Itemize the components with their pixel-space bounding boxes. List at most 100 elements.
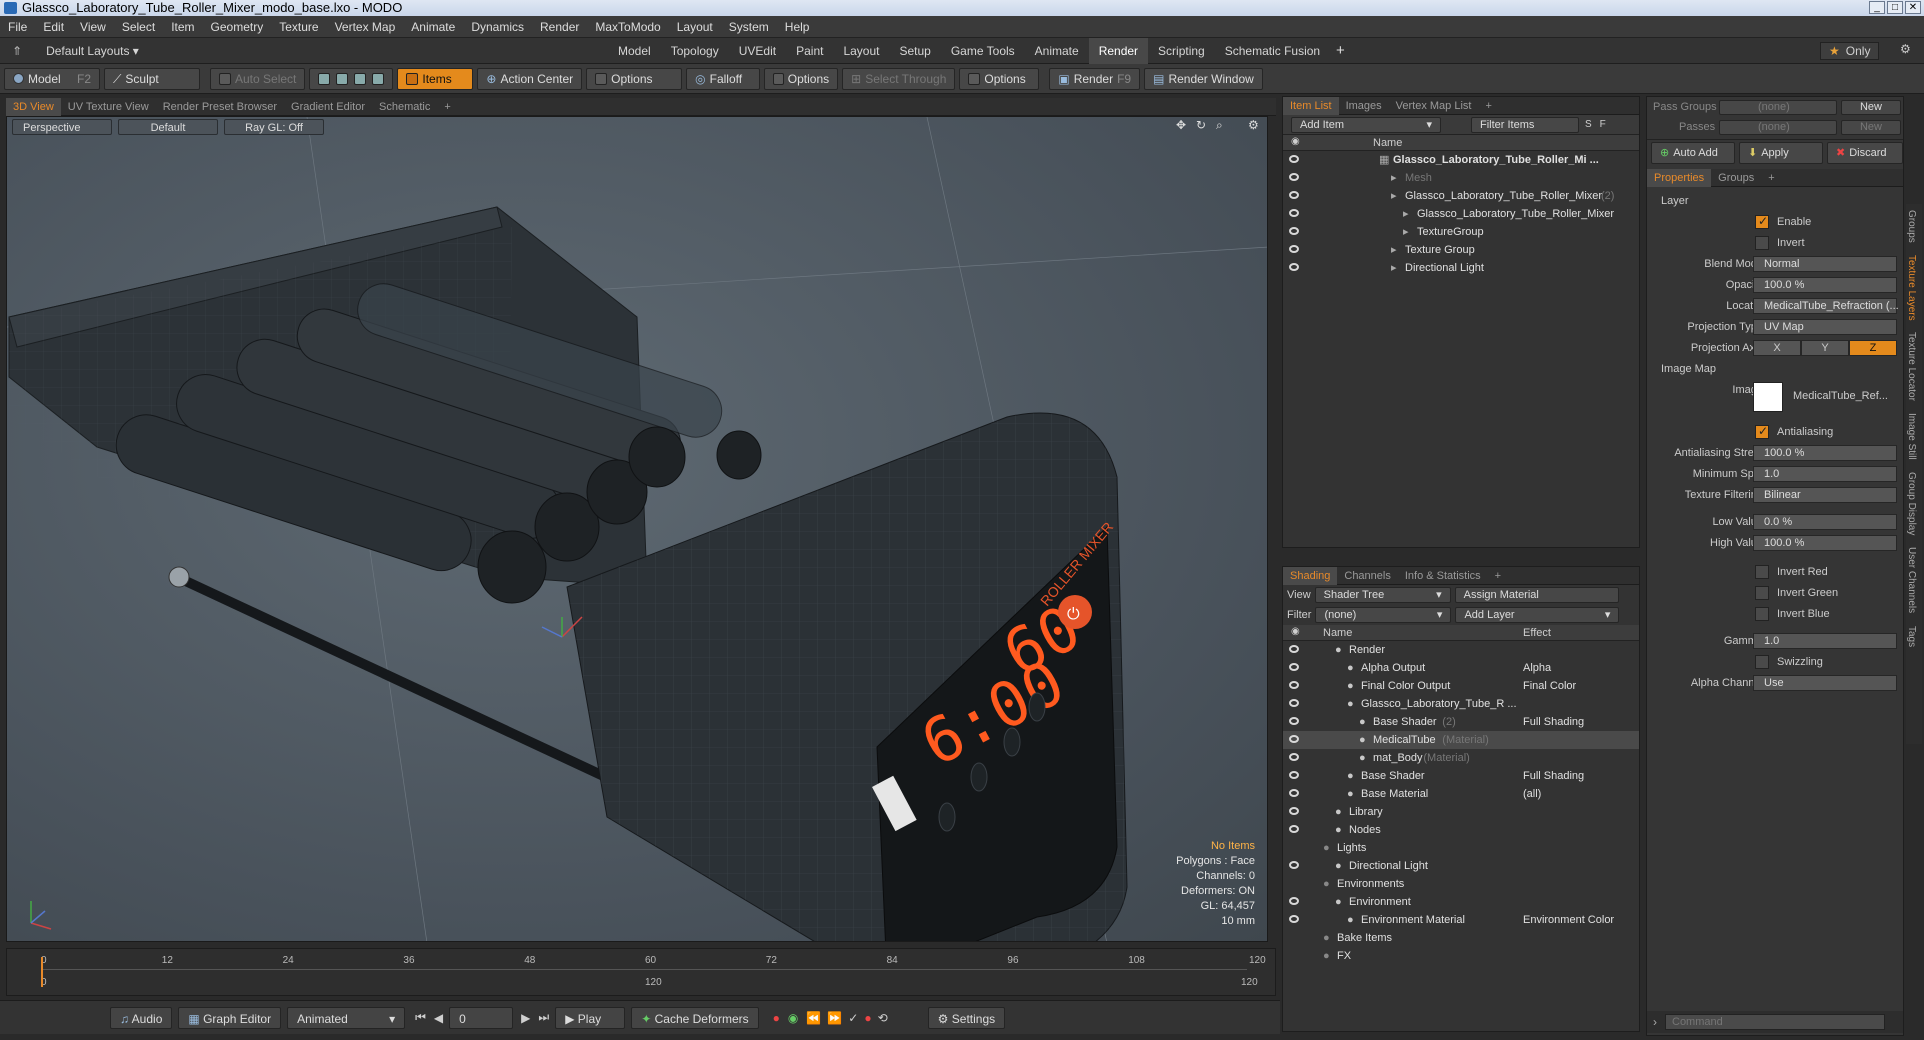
render-window-button[interactable]: ▤ Render Window <box>1144 67 1263 90</box>
close-button[interactable]: ✕ <box>1905 1 1921 14</box>
invert-red-checkbox[interactable] <box>1755 565 1769 579</box>
minimize-button[interactable]: _ <box>1869 1 1885 14</box>
tab-animate[interactable]: Animate <box>1025 38 1089 64</box>
action-center-options-button[interactable]: Options <box>586 67 683 90</box>
image-name[interactable]: MedicalTube_Ref... <box>1793 390 1888 402</box>
graph-editor-button[interactable]: ▦ Graph Editor <box>178 1006 282 1029</box>
shading-tab-info-statistics[interactable]: Info & Statistics <box>1398 567 1488 585</box>
visibility-eye-icon[interactable] <box>1289 807 1299 815</box>
viewport-settings-gear-icon[interactable]: ⚙ <box>1248 118 1259 132</box>
shader-tree-row[interactable]: ● Alpha Output Alpha <box>1283 659 1639 677</box>
shader-tree-row[interactable]: ● Environments <box>1283 875 1639 893</box>
item-tree-row[interactable]: ▸ Texture Group <box>1283 241 1639 259</box>
visibility-eye-icon[interactable] <box>1289 645 1299 653</box>
select-through-button[interactable]: ⊞ Select Through <box>842 67 956 90</box>
visibility-eye-icon[interactable] <box>1289 861 1299 869</box>
shader-tree-row[interactable]: ● Nodes <box>1283 821 1639 839</box>
side-tab-tags[interactable]: Tags <box>1906 620 1917 653</box>
texture-filtering-dropdown[interactable]: Bilinear <box>1753 487 1897 503</box>
menu-file[interactable]: File <box>0 16 35 38</box>
shader-tree-row[interactable]: ● Environment Material Environment Color <box>1283 911 1639 929</box>
record-keys-icon[interactable]: ● <box>773 1011 780 1025</box>
side-tab-texture-locator[interactable]: Texture Locator <box>1906 326 1917 407</box>
zoom-view-icon[interactable]: ⌕ <box>1216 118 1223 133</box>
shader-tree-row[interactable]: ● Library <box>1283 803 1639 821</box>
low-value-field[interactable]: 0.0 % <box>1753 514 1897 530</box>
maximize-button[interactable]: □ <box>1887 1 1903 14</box>
falloff-button[interactable]: ◎ Falloff <box>686 67 761 90</box>
item-tree-row[interactable]: ▦ Glassco_Laboratory_Tube_Roller_Mi ... <box>1283 151 1639 169</box>
menu-dynamics[interactable]: Dynamics <box>463 16 532 38</box>
tab-topology[interactable]: Topology <box>661 38 729 64</box>
apply-button[interactable]: ⬇ Apply <box>1739 141 1823 164</box>
3d-viewport[interactable]: 6:00 60 ROLLER MIXER ⏻ No Items Polygons… <box>6 116 1268 942</box>
auto-add-button[interactable]: ⊕ Auto Add <box>1651 141 1735 164</box>
alpha-channel-dropdown[interactable]: Use <box>1753 675 1897 691</box>
viewport-tab-gradient-editor[interactable]: Gradient Editor <box>284 98 372 116</box>
item-list-add-tab-icon[interactable]: + <box>1478 97 1498 115</box>
invert-checkbox[interactable] <box>1755 236 1769 250</box>
key-next-icon[interactable]: ⏩ <box>827 1011 842 1025</box>
layer-section[interactable]: Layer <box>1647 191 1903 212</box>
shader-tree-row[interactable]: ● Base Shader (2) Full Shading <box>1283 713 1639 731</box>
shader-tree-row[interactable]: ● Base Material (all) <box>1283 785 1639 803</box>
add-layer-dropdown[interactable]: Add Layer ▾ <box>1455 607 1620 623</box>
axis-y-button[interactable]: Y <box>1801 340 1849 356</box>
tab-game-tools[interactable]: Game Tools <box>941 38 1025 64</box>
image-map-section[interactable]: Image Map <box>1647 359 1903 380</box>
add-item-dropdown[interactable]: Add Item ▾ <box>1291 116 1441 133</box>
settings-button[interactable]: ⚙ Settings <box>927 1006 1006 1029</box>
side-tab-texture-layers[interactable]: Texture Layers <box>1906 249 1917 327</box>
gamma-field[interactable]: 1.0 <box>1753 633 1897 649</box>
polygon-mode-icon[interactable] <box>354 72 367 85</box>
shader-tree-row[interactable]: ● FX <box>1283 947 1639 965</box>
set-key-icon[interactable]: ✓ <box>848 1011 858 1025</box>
shader-effect-label[interactable]: Environment Color <box>1523 911 1614 929</box>
shader-tree-row[interactable]: ● Glassco_Laboratory_Tube_R ... <box>1283 695 1639 713</box>
model-mode-button[interactable]: Model F2 <box>4 67 100 90</box>
menu-geometry[interactable]: Geometry <box>203 16 272 38</box>
only-toggle[interactable]: Only <box>1846 44 1871 58</box>
visibility-eye-icon[interactable] <box>1289 191 1299 199</box>
invert-blue-checkbox[interactable] <box>1755 607 1769 621</box>
loop-icon[interactable]: ⟲ <box>878 1011 888 1025</box>
image-thumbnail[interactable] <box>1753 382 1783 412</box>
menu-layout[interactable]: Layout <box>669 16 721 38</box>
animated-dropdown[interactable]: Animated ▾ <box>287 1006 406 1029</box>
tab-setup[interactable]: Setup <box>889 38 940 64</box>
menu-maxtomodo[interactable]: MaxToModo <box>587 16 668 38</box>
add-layout-icon[interactable]: + <box>1336 42 1345 59</box>
rotate-view-icon[interactable]: ↻ <box>1196 118 1206 132</box>
projection-type-dropdown[interactable]: UV Map <box>1753 319 1897 335</box>
enable-checkbox[interactable] <box>1755 214 1769 229</box>
visibility-eye-icon[interactable] <box>1289 173 1299 181</box>
shader-effect-label[interactable]: Final Color <box>1523 677 1576 695</box>
cache-deformers-button[interactable]: ✦ Cache Deformers <box>631 1006 759 1029</box>
layout-settings-gear-icon[interactable]: ⚙ <box>1900 42 1911 56</box>
menu-render[interactable]: Render <box>532 16 587 38</box>
side-tab-image-still[interactable]: Image Still <box>1906 407 1917 466</box>
action-center-button[interactable]: ⊕ Action Center <box>477 67 583 90</box>
discard-button[interactable]: ✖ Discard <box>1827 141 1903 164</box>
visibility-eye-icon[interactable] <box>1289 735 1299 743</box>
viewport-tab-3d-view[interactable]: 3D View <box>6 97 61 116</box>
invert-green-checkbox[interactable] <box>1755 586 1769 600</box>
properties-tab-groups[interactable]: Groups <box>1711 169 1761 187</box>
menu-animate[interactable]: Animate <box>403 16 463 38</box>
shading-tab-channels[interactable]: Channels <box>1337 567 1397 585</box>
menu-edit[interactable]: Edit <box>35 16 72 38</box>
side-tab-user-channels[interactable]: User Channels <box>1906 541 1917 619</box>
visibility-eye-icon[interactable] <box>1289 155 1299 163</box>
visibility-eye-icon[interactable] <box>1289 717 1299 725</box>
properties-add-tab-icon[interactable]: + <box>1761 169 1781 187</box>
visibility-eye-icon[interactable] <box>1289 227 1299 235</box>
item-tree-row[interactable]: ▸ Mesh <box>1283 169 1639 187</box>
visibility-eye-icon[interactable] <box>1289 663 1299 671</box>
visibility-eye-icon[interactable] <box>1289 771 1299 779</box>
tab-render[interactable]: Render <box>1088 38 1149 64</box>
high-value-field[interactable]: 100.0 % <box>1753 535 1897 551</box>
key-prev-icon[interactable]: ⏪ <box>806 1011 821 1025</box>
filter-items-input[interactable]: Filter Items <box>1471 116 1579 133</box>
shader-tree-row[interactable]: ● Render <box>1283 641 1639 659</box>
search-s-icon[interactable]: S <box>1585 119 1592 130</box>
